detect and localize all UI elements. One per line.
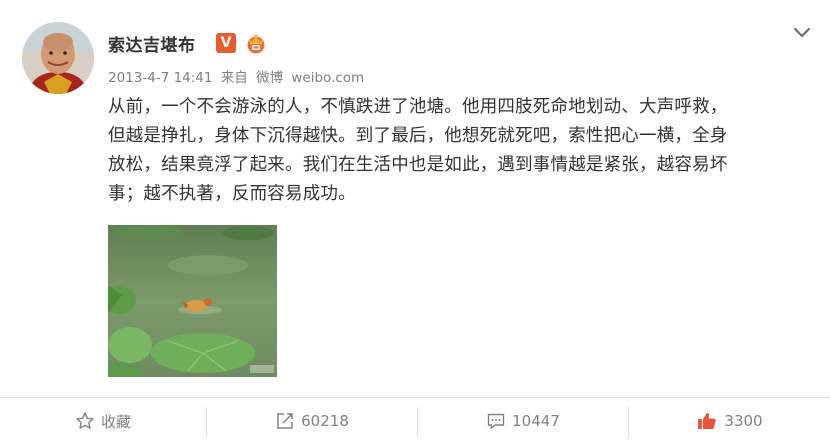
post-meta: 2013-4-7 14:41 来自 微博 weibo.com bbox=[108, 66, 368, 86]
verified-badge-icon[interactable]: V bbox=[216, 33, 236, 53]
repost-icon bbox=[277, 413, 293, 429]
like-count: 3300 bbox=[724, 412, 763, 430]
post-text-line: 但越是挣扎，身体下沉得越快。到了最后，他想死就死吧，索性把心一横，全身 bbox=[108, 126, 728, 146]
user-avatar[interactable] bbox=[22, 22, 94, 94]
source-prefix: 来自 bbox=[220, 70, 248, 86]
chevron-down-icon[interactable] bbox=[790, 20, 814, 44]
weibo-post-card: 索达吉堪布 V 2013-4-7 14:41 来自 微博 weibo.com 从… bbox=[0, 0, 830, 446]
crown-member-icon[interactable] bbox=[244, 32, 268, 54]
comment-icon bbox=[487, 413, 505, 429]
post-text-line: 放松，结果竟浮了起来。我们在生活中也是如此，遇到事情越是紧张，越容易坏 bbox=[108, 155, 728, 175]
post-text: 从前，一个不会游泳的人，不慎跌进了池塘。他用四肢死命地划动、大声呼救， 但越是挣… bbox=[108, 93, 808, 209]
comment-button[interactable]: 10447 bbox=[418, 398, 628, 444]
post-text-line: 事；越不执著，反而容易成功。 bbox=[108, 184, 356, 204]
like-button[interactable]: 3300 bbox=[629, 398, 830, 444]
repost-count: 60218 bbox=[301, 412, 349, 430]
source-site[interactable]: weibo.com bbox=[291, 70, 364, 86]
repost-button[interactable]: 60218 bbox=[207, 398, 417, 444]
thumbs-up-icon bbox=[698, 412, 717, 429]
source-app[interactable]: 微博 bbox=[256, 70, 283, 86]
star-icon bbox=[76, 412, 94, 429]
post-text-line: 从前，一个不会游泳的人，不慎跌进了池塘。他用四肢死命地划动、大声呼救， bbox=[108, 97, 728, 117]
username[interactable]: 索达吉堪布 bbox=[108, 31, 196, 56]
comment-count: 10447 bbox=[512, 412, 560, 430]
post-image[interactable] bbox=[108, 225, 277, 377]
action-bar: 收藏 60218 10447 3300 bbox=[0, 398, 830, 446]
favorite-button[interactable]: 收藏 bbox=[0, 398, 206, 444]
post-timestamp[interactable]: 2013-4-7 14:41 bbox=[108, 70, 212, 86]
favorite-label: 收藏 bbox=[100, 412, 131, 431]
